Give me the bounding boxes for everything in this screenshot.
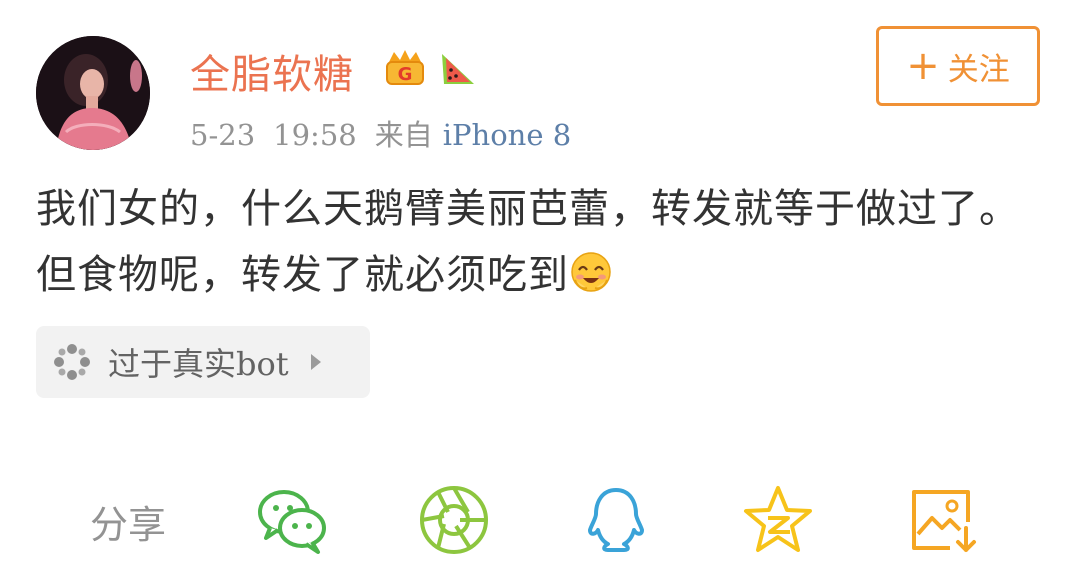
- share-label: 分享: [90, 503, 167, 547]
- avatar[interactable]: [36, 36, 150, 150]
- wechat-icon[interactable]: [254, 482, 330, 558]
- topic-icon: [54, 344, 90, 380]
- moments-icon[interactable]: [416, 482, 492, 558]
- post-source[interactable]: iPhone 8: [443, 118, 571, 152]
- post-date: 5-23: [190, 118, 256, 152]
- post-meta: 5-23 19:58 来自 iPhone 8: [190, 112, 589, 154]
- follow-label: 关注: [947, 51, 1010, 88]
- post-text-content: 我们女的，什么天鹅臂美丽芭蕾，转发就等于做过了。但食物呢，转发了就必须吃到: [36, 186, 1020, 298]
- svg-text:G: G: [398, 64, 413, 85]
- username[interactable]: 全脂软糖: [190, 42, 354, 100]
- topic-tag[interactable]: 过于真实bot: [36, 326, 370, 398]
- post-time: 19:58: [273, 118, 357, 152]
- save-image-icon[interactable]: [906, 482, 982, 558]
- source-prefix: 来自: [374, 118, 433, 152]
- watermelon-badge-icon[interactable]: [434, 44, 480, 90]
- topic-label: 过于真实bot: [108, 345, 289, 383]
- plus-icon: +: [906, 43, 940, 89]
- chevron-right-icon: [310, 354, 321, 370]
- follow-button[interactable]: + 关注: [876, 26, 1040, 106]
- crown-badge-icon[interactable]: G: [382, 44, 428, 90]
- post-text: 我们女的，什么天鹅臂美丽芭蕾，转发就等于做过了。但食物呢，转发了就必须吃到: [36, 176, 1046, 308]
- blushing-smile-emoji: [571, 252, 611, 292]
- qzone-icon[interactable]: [740, 482, 816, 558]
- qq-icon[interactable]: [578, 482, 654, 558]
